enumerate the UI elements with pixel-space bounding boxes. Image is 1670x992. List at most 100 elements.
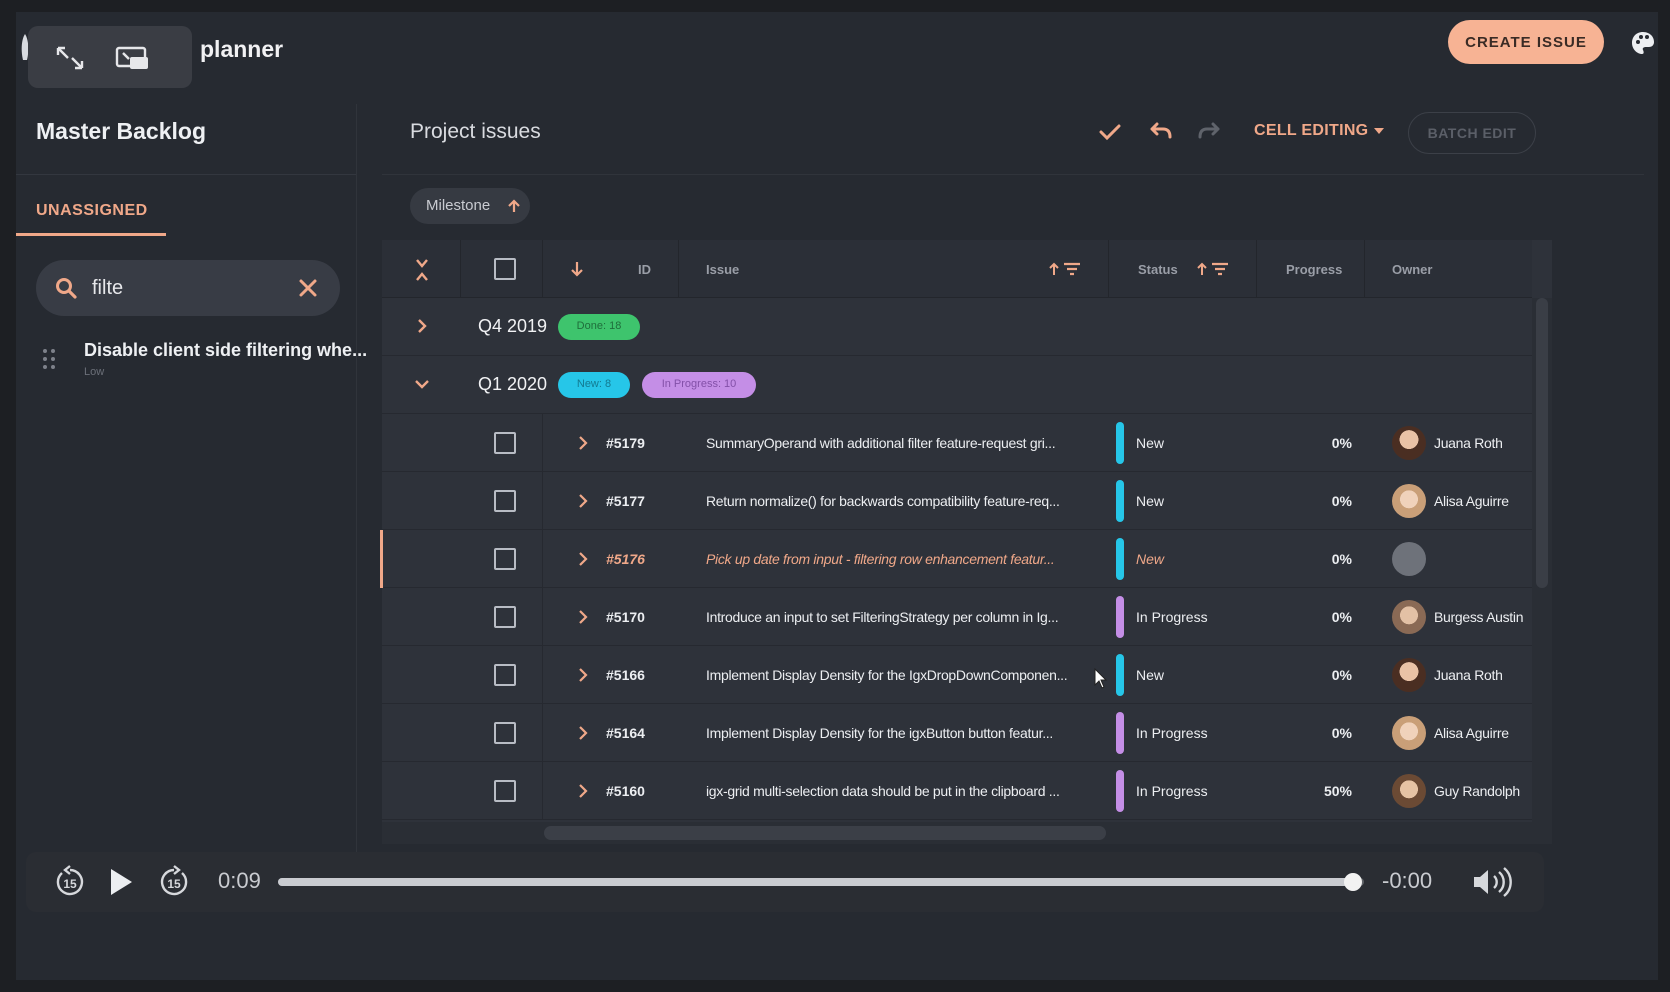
app-window: planner CREATE ISSUE Master Backlog UNAS… <box>16 12 1658 980</box>
backlog-item[interactable]: Disable client side filtering whe... Low <box>36 336 367 384</box>
table-row[interactable]: #5177 Return normalize() for backwards c… <box>382 472 1532 530</box>
row-checkbox[interactable] <box>494 664 516 686</box>
divider <box>542 588 543 646</box>
issue-title[interactable]: Introduce an input to set FilteringStrat… <box>706 609 1088 625</box>
close-icon[interactable] <box>296 276 320 300</box>
column-issue[interactable]: Issue <box>706 262 739 277</box>
undo-icon[interactable] <box>1146 118 1174 146</box>
mouse-cursor-icon <box>1094 668 1108 689</box>
volume-icon[interactable] <box>1470 864 1514 900</box>
row-checkbox[interactable] <box>494 490 516 512</box>
batch-edit-button[interactable]: BATCH EDIT <box>1408 112 1536 154</box>
skip-forward-15-icon[interactable]: 15 <box>156 864 192 900</box>
project-issues-panel: Project issues CELL EDITING BATCH EDIT M… <box>380 104 1644 864</box>
divider <box>678 240 679 298</box>
divider <box>542 472 543 530</box>
scrollbar-thumb[interactable] <box>1536 298 1548 588</box>
palette-icon[interactable] <box>1630 30 1656 56</box>
status-bar <box>1116 770 1124 812</box>
avatar <box>1392 716 1426 750</box>
progress-value: 0% <box>1331 435 1352 451</box>
status-label: New <box>1136 435 1165 451</box>
status-bar <box>1116 596 1124 638</box>
expand-icon[interactable] <box>52 44 88 72</box>
backlog-title: Master Backlog <box>36 118 207 144</box>
chevron-right-icon[interactable] <box>574 724 592 742</box>
column-owner[interactable]: Owner <box>1392 262 1432 277</box>
avatar <box>1392 658 1426 692</box>
divider <box>1256 240 1257 298</box>
search-input[interactable] <box>92 274 292 302</box>
issue-title[interactable]: Implement Display Density for the IgxDro… <box>706 667 1088 683</box>
progress-value: 0% <box>1331 725 1352 741</box>
new-badge: New: 8 <box>558 372 630 398</box>
play-icon[interactable] <box>102 864 138 900</box>
redo-icon[interactable] <box>1196 118 1224 146</box>
check-icon[interactable] <box>1096 118 1124 146</box>
owner-name: Alisa Aguirre <box>1434 493 1509 509</box>
group-label: Q4 2019 <box>478 316 548 336</box>
issue-title[interactable]: Implement Display Density for the igxBut… <box>706 725 1088 741</box>
chevron-right-icon[interactable] <box>574 492 592 510</box>
horizontal-scrollbar[interactable] <box>382 822 1532 844</box>
row-checkbox[interactable] <box>494 780 516 802</box>
arrow-down-icon[interactable] <box>570 260 584 278</box>
owner-name: Alisa Aguirre <box>1434 725 1509 741</box>
vertical-scrollbar[interactable] <box>1532 298 1552 844</box>
group-row-q1-2020[interactable]: Q1 2020 New: 8 In Progress: 10 <box>382 356 1532 414</box>
issue-title[interactable]: Return normalize() for backwards compati… <box>706 493 1088 509</box>
cell-editing-dropdown[interactable]: CELL EDITING <box>1254 122 1385 140</box>
skip-back-label: 15 <box>63 877 77 891</box>
drag-handle-icon[interactable] <box>42 348 56 370</box>
picture-in-picture-icon[interactable] <box>114 44 150 72</box>
group-by-chip[interactable]: Milestone <box>410 188 530 224</box>
row-checkbox[interactable] <box>494 548 516 570</box>
column-id[interactable]: ID <box>638 262 651 277</box>
group-by-label: Milestone <box>426 197 491 214</box>
row-checkbox[interactable] <box>494 606 516 628</box>
progress-value: 0% <box>1331 493 1352 509</box>
issue-id: #5179 <box>606 435 645 451</box>
collapse-all-icon[interactable] <box>414 258 430 282</box>
table-row[interactable]: #5164 Implement Display Density for the … <box>382 704 1532 762</box>
row-checkbox[interactable] <box>494 722 516 744</box>
chevron-right-icon[interactable] <box>574 608 592 626</box>
sort-filter-icon[interactable] <box>1196 260 1230 278</box>
table-row[interactable]: #5170 Introduce an input to set Filterin… <box>382 588 1532 646</box>
chevron-right-icon[interactable] <box>574 782 592 800</box>
seek-bar[interactable] <box>278 873 1364 891</box>
divider <box>542 646 543 704</box>
progress-value: 0% <box>1331 609 1352 625</box>
column-status[interactable]: Status <box>1138 262 1178 277</box>
issue-title[interactable]: Pick up date from input - filtering row … <box>706 551 1088 567</box>
issue-title[interactable]: igx-grid multi-selection data should be … <box>706 783 1088 799</box>
table-row[interactable]: #5166 Implement Display Density for the … <box>382 646 1532 704</box>
chevron-right-icon[interactable] <box>574 666 592 684</box>
owner-name: Juana Roth <box>1434 667 1503 683</box>
sort-filter-icon[interactable] <box>1048 260 1082 278</box>
owner-name: Guy Randolph <box>1434 783 1520 799</box>
chevron-right-icon[interactable] <box>574 550 592 568</box>
tab-unassigned[interactable]: UNASSIGNED <box>16 188 166 236</box>
issue-title[interactable]: SummaryOperand with additional filter fe… <box>706 435 1088 451</box>
divider <box>542 704 543 762</box>
done-badge: Done: 18 <box>558 314 640 340</box>
status-label: New <box>1136 551 1165 567</box>
skip-back-15-icon[interactable]: 15 <box>52 864 88 900</box>
create-issue-button[interactable]: CREATE ISSUE <box>1448 20 1604 64</box>
backlog-panel: Master Backlog UNASSIGNED Disable client… <box>16 104 367 864</box>
select-all-checkbox[interactable] <box>494 258 516 280</box>
table-row[interactable]: #5160 igx-grid multi-selection data shou… <box>382 762 1532 820</box>
scrollbar-thumb[interactable] <box>544 826 1106 840</box>
avatar <box>1392 600 1426 634</box>
chevron-right-icon[interactable] <box>574 434 592 452</box>
arrow-up-icon[interactable] <box>506 198 522 214</box>
column-progress[interactable]: Progress <box>1286 262 1342 277</box>
table-row-selected[interactable]: #5176 Pick up date from input - filterin… <box>380 530 1532 588</box>
table-row[interactable]: #5179 SummaryOperand with additional fil… <box>382 414 1532 472</box>
seek-knob[interactable] <box>1344 873 1363 891</box>
chevron-down-icon[interactable] <box>412 374 432 394</box>
group-row-q4-2019[interactable]: Q4 2019 Done: 18 <box>382 298 1532 356</box>
chevron-right-icon[interactable] <box>412 316 432 336</box>
row-checkbox[interactable] <box>494 432 516 454</box>
